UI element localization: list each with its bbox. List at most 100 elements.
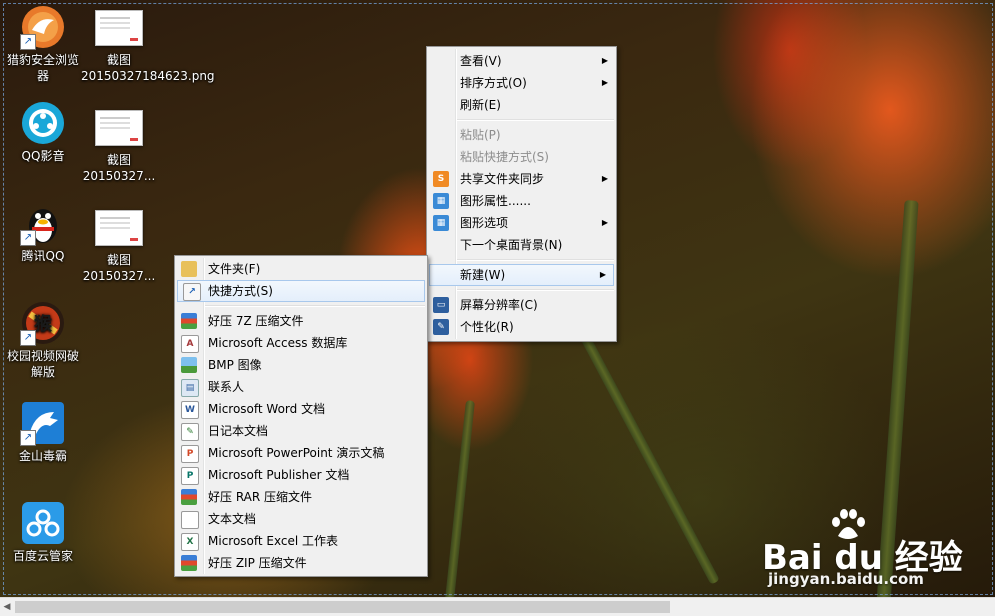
new-item-haozip-zip[interactable]: 好压 ZIP 压缩文件 — [175, 552, 427, 574]
cheetah-browser-icon: ↗ — [20, 4, 66, 50]
menu-item-paste[interactable]: 粘贴(P) — [427, 124, 616, 146]
menu-item-new[interactable]: 新建(W) ▶ — [429, 264, 614, 286]
menu-separator — [457, 119, 614, 121]
screenshot-thumbnail — [95, 10, 143, 46]
new-item-shortcut[interactable]: ↗ 快捷方式(S) — [177, 280, 425, 302]
menu-item-label: 联系人 — [208, 380, 245, 394]
menu-item-label: 共享文件夹同步 — [460, 172, 545, 186]
menu-separator — [457, 289, 614, 291]
menu-item-label: 日记本文档 — [208, 424, 269, 438]
shortcut-icon: ↗ — [183, 283, 201, 301]
new-item-powerpoint[interactable]: P Microsoft PowerPoint 演示文稿 — [175, 442, 427, 464]
desktop-icon-baidu-cloud[interactable]: 百度云管家 — [5, 500, 81, 564]
menu-item-label: 粘贴(P) — [460, 128, 501, 142]
screenshot-thumbnail — [95, 210, 143, 246]
scroll-left-arrow-icon[interactable]: ◀ — [2, 601, 12, 613]
bmp-image-icon — [181, 357, 197, 373]
desktop-icon-label: 腾讯QQ — [21, 249, 65, 263]
desktop-icon-kingsoft-antivirus[interactable]: ↗ 金山毒霸 — [5, 400, 81, 464]
menu-item-label: Microsoft Word 文档 — [208, 402, 326, 416]
new-item-bmp-image[interactable]: BMP 图像 — [175, 354, 427, 376]
haozip-rar-icon — [181, 489, 197, 505]
word-icon: W — [181, 401, 199, 419]
submenu-arrow-icon: ▶ — [601, 56, 608, 65]
new-item-contact[interactable]: ▤ 联系人 — [175, 376, 427, 398]
baidu-jingyan-watermark: Bai du 经验 jingyan.baidu.com — [762, 508, 977, 598]
menu-item-label: 好压 7Z 压缩文件 — [208, 314, 304, 328]
new-submenu: 文件夹(F) ↗ 快捷方式(S) 好压 7Z 压缩文件 A Microsoft Ac… — [174, 255, 428, 577]
menu-item-label: 快捷方式(S) — [208, 284, 273, 298]
menu-item-sort-by[interactable]: 排序方式(O) ▶ — [427, 72, 616, 94]
menu-item-label: Microsoft Access 数据库 — [208, 336, 348, 350]
menu-item-personalize[interactable]: ✎ 个性化(R) — [427, 316, 616, 338]
shortcut-arrow-icon: ↗ — [20, 230, 36, 246]
desktop-icon-campus-video[interactable]: 猴 ↗ 校园视频网破解版 — [3, 300, 83, 380]
menu-item-label: 查看(V) — [460, 54, 502, 68]
desktop-icon-cheetah-browser[interactable]: ↗ 猎豹安全浏览器 — [5, 4, 81, 84]
menu-item-next-desktop-background[interactable]: 下一个桌面背景(N) — [427, 234, 616, 256]
submenu-arrow-icon: ▶ — [599, 270, 606, 279]
share-sync-icon: S — [433, 171, 449, 187]
desktop-icon-qq-player[interactable]: QQ影音 — [5, 100, 81, 164]
new-item-word-doc[interactable]: W Microsoft Word 文档 — [175, 398, 427, 420]
desktop-icon-label: 截图 20150327... — [82, 253, 156, 283]
menu-item-label: 刷新(E) — [460, 98, 501, 112]
menu-item-label: Microsoft Excel 工作表 — [208, 534, 339, 548]
publisher-icon: P — [181, 467, 199, 485]
submenu-arrow-icon: ▶ — [601, 78, 608, 87]
access-icon: A — [181, 335, 199, 353]
menu-item-graphics-options[interactable]: ▦ 图形选项 ▶ — [427, 212, 616, 234]
menu-item-screen-resolution[interactable]: ▭ 屏幕分辨率(C) — [427, 294, 616, 316]
menu-item-view[interactable]: 查看(V) ▶ — [427, 50, 616, 72]
desktop-icon-label: 金山毒霸 — [18, 449, 67, 463]
qq-player-icon — [20, 100, 66, 146]
menu-item-label: 好压 ZIP 压缩文件 — [208, 556, 307, 570]
desktop-icon-screenshot-file[interactable]: 截图 20150327... — [81, 104, 157, 184]
menu-item-label: Microsoft Publisher 文档 — [208, 468, 350, 482]
new-item-haozip-7z[interactable]: 好压 7Z 压缩文件 — [175, 310, 427, 332]
new-item-text-doc[interactable]: 文本文档 — [175, 508, 427, 530]
menu-separator — [457, 259, 614, 261]
menu-item-label: BMP 图像 — [208, 358, 262, 372]
menu-item-label: Microsoft PowerPoint 演示文稿 — [208, 446, 385, 460]
desktop-icon-tencent-qq[interactable]: ↗ 腾讯QQ — [5, 200, 81, 264]
new-item-journal[interactable]: ✎ 日记本文档 — [175, 420, 427, 442]
tulip-stem — [444, 400, 475, 597]
new-item-excel[interactable]: X Microsoft Excel 工作表 — [175, 530, 427, 552]
submenu-arrow-icon: ▶ — [601, 174, 608, 183]
new-item-publisher[interactable]: P Microsoft Publisher 文档 — [175, 464, 427, 486]
desktop-icon-screenshot-file[interactable]: 截图 20150327... — [81, 204, 157, 284]
powerpoint-icon: P — [181, 445, 199, 463]
scrollbar-thumb[interactable] — [15, 601, 670, 613]
text-document-icon — [181, 511, 199, 529]
new-item-access-db[interactable]: A Microsoft Access 数据库 — [175, 332, 427, 354]
horizontal-scrollbar[interactable]: ◀ — [0, 597, 995, 616]
personalize-icon: ✎ — [433, 319, 449, 335]
desktop-icon-label: 校园视频网破解版 — [6, 349, 79, 379]
menu-item-label: 粘贴快捷方式(S) — [460, 150, 549, 164]
shortcut-arrow-icon: ↗ — [20, 330, 36, 346]
menu-item-graphics-properties[interactable]: ▦ 图形属性...... — [427, 190, 616, 212]
menu-item-label: 文件夹(F) — [208, 262, 261, 276]
menu-item-label: 图形选项 — [460, 216, 509, 230]
shortcut-arrow-icon: ↗ — [20, 34, 36, 50]
graphics-options-icon: ▦ — [433, 215, 449, 231]
desktop-icon-label: 截图 20150327184623.png — [81, 53, 215, 83]
menu-item-paste-shortcut[interactable]: 粘贴快捷方式(S) — [427, 146, 616, 168]
desktop-icon-label: 猎豹安全浏览器 — [6, 53, 79, 83]
menu-item-label: 文本文档 — [208, 512, 257, 526]
shortcut-arrow-icon: ↗ — [20, 430, 36, 446]
qq-penguin-icon: ↗ — [20, 200, 66, 246]
svg-text:猴: 猴 — [34, 313, 53, 335]
new-item-haozip-rar[interactable]: 好压 RAR 压缩文件 — [175, 486, 427, 508]
menu-item-label: 个性化(R) — [460, 320, 514, 334]
new-item-folder[interactable]: 文件夹(F) — [175, 258, 427, 280]
menu-item-label: 下一个桌面背景(N) — [460, 238, 563, 252]
desktop-context-menu: 查看(V) ▶ 排序方式(O) ▶ 刷新(E) 粘贴(P) 粘贴快捷方式(S) S共… — [426, 46, 617, 342]
watermark-url: jingyan.baidu.com — [768, 570, 924, 588]
menu-item-refresh[interactable]: 刷新(E) — [427, 94, 616, 116]
haozip-7z-icon — [181, 313, 197, 329]
desktop-icon-screenshot-file[interactable]: 截图 20150327184623.png — [81, 4, 215, 84]
desktop-icon-label: 截图 20150327... — [82, 153, 156, 183]
menu-item-share-sync[interactable]: S 共享文件夹同步 ▶ — [427, 168, 616, 190]
